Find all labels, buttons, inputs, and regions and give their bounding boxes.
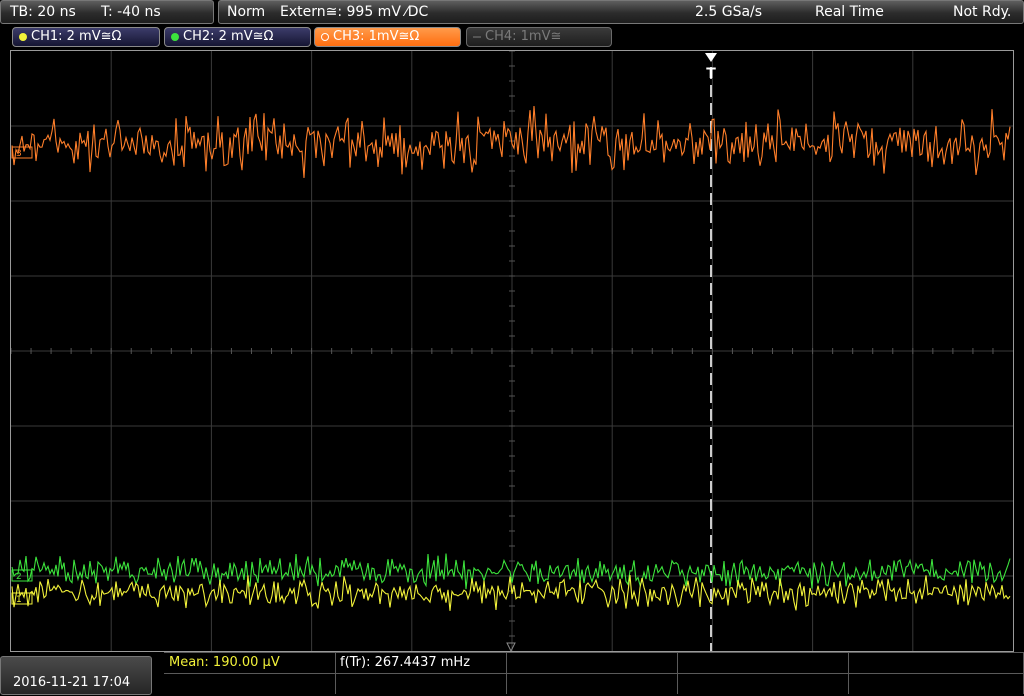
measurement-empty-cell[interactable]: [506, 653, 678, 674]
channel-1-indicator-icon: [19, 33, 27, 41]
measurement-empty-cell[interactable]: [506, 674, 678, 694]
measurement-empty-cell[interactable]: [677, 674, 849, 694]
timebase-label: TB: 20 ns: [10, 4, 76, 20]
channel-2-button[interactable]: CH2: 2 mV≅Ω: [164, 27, 311, 47]
measurement-empty-cell[interactable]: [335, 674, 507, 694]
measurement-mean: Mean: 190.00 µV: [169, 655, 280, 670]
channel-3-marker-label: 3: [16, 149, 22, 159]
channel-3-button[interactable]: CH3: 1mV≅Ω: [314, 27, 461, 47]
ground-marker-icon: [506, 642, 516, 651]
trigger-marker-label: T: [706, 66, 716, 82]
measurement-freq-cell[interactable]: f(Tr): 267.4437 mHz: [335, 653, 507, 674]
channel-4-button[interactable]: CH4: 1mV≅: [466, 27, 612, 47]
measurement-empty-cell[interactable]: [848, 674, 1024, 694]
measurement-empty-cell[interactable]: [677, 653, 849, 674]
measurement-panel: Mean: 190.00 µV f(Tr): 267.4437 mHz: [164, 652, 1024, 696]
waveform-display[interactable]: T 3 2 1: [10, 50, 1014, 652]
timebase-bar[interactable]: TB: 20 ns T: -40 ns: [0, 0, 214, 24]
channel-1-label: CH1: 2 mV≅Ω: [31, 29, 122, 44]
acquisition-mode: Norm: [227, 4, 266, 20]
channel-3-waveform: [11, 105, 1011, 178]
channel-4-indicator-icon: [473, 36, 481, 38]
measurement-empty-cell[interactable]: [848, 653, 1024, 674]
measurement-empty-cell[interactable]: [164, 674, 336, 694]
waveform-canvas: T 3 2 1: [11, 51, 1013, 651]
measurement-frequency: f(Tr): 267.4437 mHz: [340, 655, 471, 670]
trigger-offset-label: T: -40 ns: [101, 4, 161, 20]
trigger-source-info: Extern≅: 995 mV ⁄DC: [280, 4, 429, 20]
channel-1-waveform: [11, 575, 1011, 611]
measurement-mean-cell[interactable]: Mean: 190.00 µV: [164, 653, 336, 674]
channel-1-marker-label: 1: [16, 595, 22, 605]
acquisition-info-bar[interactable]: Norm Extern≅: 995 mV ⁄DC 2.5 GSa/s Real …: [218, 0, 1024, 24]
datetime-panel: 2016-11-21 17:04: [0, 656, 152, 695]
time-mode: Real Time: [815, 4, 884, 20]
channel-1-button[interactable]: CH1: 2 mV≅Ω: [12, 27, 160, 47]
acquisition-status: Not Rdy.: [953, 4, 1012, 20]
channel-buttons-row: CH1: 2 mV≅Ω CH2: 2 mV≅Ω CH3: 1mV≅Ω CH4: …: [8, 27, 1024, 47]
trigger-arrow-icon: [705, 53, 717, 62]
channel-4-label: CH4: 1mV≅: [485, 29, 562, 44]
datetime-label: 2016-11-21 17:04: [13, 675, 131, 690]
channel-3-indicator-icon: [321, 33, 329, 41]
channel-2-label: CH2: 2 mV≅Ω: [183, 29, 274, 44]
sample-rate: 2.5 GSa/s: [695, 4, 763, 20]
channel-2-indicator-icon: [171, 33, 179, 41]
channel-2-marker-label: 2: [16, 572, 22, 582]
channel-3-label: CH3: 1mV≅Ω: [333, 29, 420, 44]
